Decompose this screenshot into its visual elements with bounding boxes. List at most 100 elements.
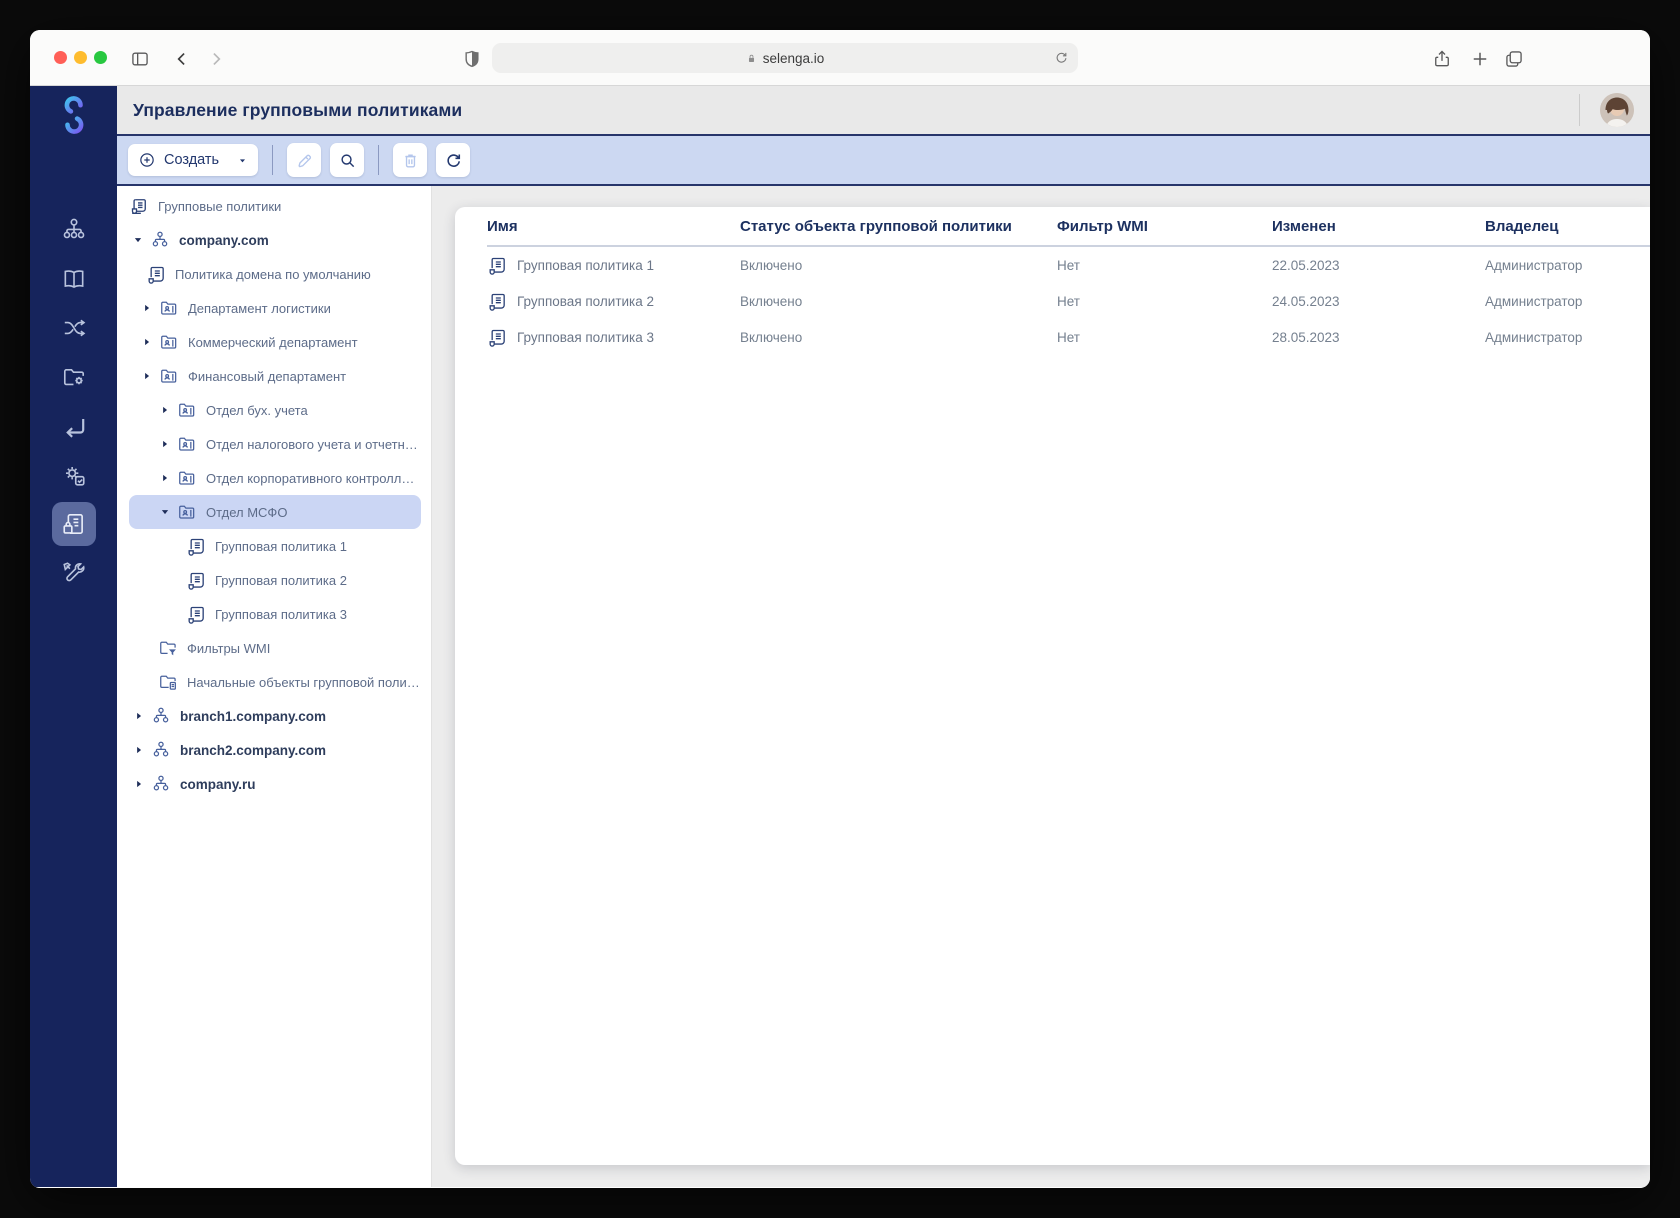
tree-caret-icon[interactable]: [160, 405, 170, 415]
tree-item[interactable]: Департамент логистики: [129, 291, 421, 325]
column-header[interactable]: Фильтр WMI: [1057, 218, 1272, 235]
shuffle-icon: [61, 315, 87, 341]
cell-modified: 24.05.2023: [1272, 293, 1340, 309]
tree-item[interactable]: branch1.company.com: [129, 699, 421, 733]
sidebar-toggle-button[interactable]: [128, 47, 152, 71]
tree-item[interactable]: Отдел МСФО: [129, 495, 421, 529]
forward-button[interactable]: [204, 47, 228, 71]
pencil-icon: [295, 151, 314, 170]
table-row[interactable]: Групповая политика 3 Включено Нет 28.05.…: [487, 319, 1650, 355]
column-header[interactable]: Изменен: [1272, 218, 1485, 235]
refresh-button[interactable]: [436, 143, 470, 177]
tree-caret-icon[interactable]: [142, 371, 152, 381]
sidebar-item-group-policies[interactable]: [51, 502, 96, 546]
address-bar[interactable]: selenga.io: [492, 43, 1078, 73]
ou-icon: [159, 332, 179, 352]
browser-chrome: selenga.io: [30, 30, 1650, 86]
tree-item[interactable]: branch2.company.com: [129, 733, 421, 767]
tree-item-label: branch2.company.com: [180, 742, 327, 758]
tree-item[interactable]: Начальные объекты групповой политики: [129, 665, 421, 699]
column-header[interactable]: Статус объекта групповой политики: [740, 218, 1057, 235]
tree-caret-icon[interactable]: [160, 507, 170, 517]
policy-icon: [487, 255, 507, 275]
tree-item-label: Отдел бух. учета: [206, 402, 308, 418]
zoom-window-button[interactable]: [94, 51, 107, 64]
ou-icon: [177, 434, 197, 454]
cell-status: Включено: [740, 257, 803, 273]
tree-item[interactable]: Отдел налогового учета и отчетности: [129, 427, 421, 461]
table-row[interactable]: Групповая политика 2 Включено Нет 24.05.…: [487, 283, 1650, 319]
user-avatar[interactable]: [1600, 93, 1634, 127]
policy-lock-icon: [61, 511, 87, 537]
sidebar-item-replication[interactable]: [52, 404, 96, 448]
tree-item-label: Групповая политика 1: [215, 538, 347, 554]
tree-item-label: Финансовый департамент: [188, 368, 347, 384]
tree-item[interactable]: Групповые политики: [129, 189, 421, 223]
tree-item[interactable]: Фильтры WMI: [129, 631, 421, 665]
create-button[interactable]: Создать: [128, 144, 258, 176]
tree-item[interactable]: Политика домена по умолчанию: [129, 257, 421, 291]
tree-caret-icon[interactable]: [142, 303, 152, 313]
tree-caret-icon[interactable]: [142, 337, 152, 347]
privacy-shield-button[interactable]: [460, 47, 484, 71]
sidebar-item-tools[interactable]: [52, 551, 96, 595]
tree-item[interactable]: Коммерческий департамент: [129, 325, 421, 359]
tree-item[interactable]: Групповая политика 2: [129, 563, 421, 597]
gear-check-icon: [61, 462, 87, 488]
minimize-window-button[interactable]: [74, 51, 87, 64]
gpo-root-icon: [129, 196, 149, 216]
tree-item-label: Коммерческий департамент: [188, 334, 358, 350]
share-button[interactable]: [1430, 47, 1454, 71]
policy-name: Групповая политика 3: [517, 329, 655, 345]
tree-item[interactable]: Групповая политика 1: [129, 529, 421, 563]
policy-icon: [186, 570, 206, 590]
url-text: selenga.io: [762, 50, 825, 66]
tree-item-label: Отдел МСФО: [206, 504, 288, 520]
tree-item[interactable]: company.com: [129, 223, 421, 257]
search-button[interactable]: [330, 143, 364, 177]
domain-icon: [150, 230, 170, 250]
shield-icon: [462, 49, 482, 69]
column-header[interactable]: Имя: [487, 218, 740, 235]
table-row[interactable]: Групповая политика 1 Включено Нет 22.05.…: [487, 247, 1650, 283]
create-button-label: Создать: [164, 152, 220, 168]
tree-item-label: Групповая политика 2: [215, 572, 347, 588]
table-header: Имя Статус объекта групповой политики Филь…: [487, 207, 1650, 247]
ou-icon: [177, 400, 197, 420]
column-header[interactable]: Владелец: [1485, 218, 1650, 235]
tree-caret-icon[interactable]: [134, 779, 144, 789]
close-window-button[interactable]: [54, 51, 67, 64]
sidebar-item-directory[interactable]: [52, 257, 96, 301]
tree-item[interactable]: Групповая политика 3: [129, 597, 421, 631]
tree-item-label: branch1.company.com: [180, 708, 327, 724]
cell-name: Групповая политика 3: [487, 327, 740, 347]
table-body: Групповая политика 1 Включено Нет 22.05.…: [487, 247, 1650, 355]
sidebar-item-workflows[interactable]: [52, 306, 96, 350]
reload-icon[interactable]: [1054, 50, 1069, 65]
selenga-logo[interactable]: [53, 94, 95, 136]
domain-icon: [151, 706, 171, 726]
search-icon: [338, 151, 357, 170]
tabs-icon: [1504, 49, 1524, 69]
domain-icon: [151, 774, 171, 794]
tree-caret-icon[interactable]: [160, 439, 170, 449]
tree-item[interactable]: company.ru: [129, 767, 421, 801]
back-button[interactable]: [170, 47, 194, 71]
tree-caret-icon[interactable]: [133, 235, 143, 245]
tree-caret-icon[interactable]: [160, 473, 170, 483]
desktop-background: selenga.io Управление групповыми политик…: [0, 0, 1680, 1218]
tab-overview-button[interactable]: [1502, 47, 1526, 71]
cell-name: Групповая политика 2: [487, 291, 740, 311]
delete-button[interactable]: [393, 143, 427, 177]
sidebar-item-resources[interactable]: [52, 355, 96, 399]
sidebar-item-org-structure[interactable]: [52, 208, 96, 252]
tree-item[interactable]: Отдел бух. учета: [129, 393, 421, 427]
tree-item[interactable]: Финансовый департамент: [129, 359, 421, 393]
tree-caret-icon[interactable]: [134, 711, 144, 721]
edit-button[interactable]: [287, 143, 321, 177]
book-icon: [61, 266, 87, 292]
new-tab-button[interactable]: [1468, 47, 1492, 71]
tree-item[interactable]: Отдел корпоративного контроллинга: [129, 461, 421, 495]
sidebar-item-configuration[interactable]: [52, 453, 96, 497]
tree-caret-icon[interactable]: [134, 745, 144, 755]
